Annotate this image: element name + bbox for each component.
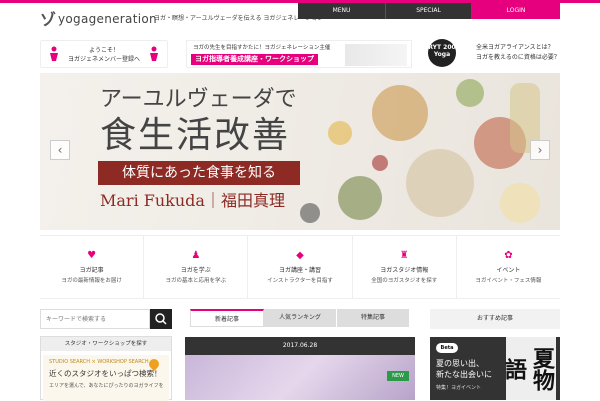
- site-search: [40, 309, 172, 329]
- promo-row: ようこそ！ ヨガジェネメンバー登録へ ヨガの先生を目指すかたに！ヨガジェネレーシ…: [0, 38, 600, 68]
- category-name: イベント: [496, 267, 521, 274]
- new-badge: NEW: [387, 371, 409, 381]
- banner-line2: 新たな出会いに: [436, 370, 492, 379]
- nav-special-button[interactable]: SPECIAL: [386, 3, 472, 19]
- slider-next-button[interactable]: ›: [530, 140, 550, 160]
- category-desc: ヨガの最新情報をお届け: [61, 278, 122, 284]
- member-signup-banner[interactable]: ようこそ！ ヨガジェネメンバー登録へ: [40, 40, 168, 68]
- panel-header: スタジオ・ワークショップを探す: [41, 337, 171, 351]
- ryt-badge-text: RYT 200: [428, 44, 456, 51]
- article-date: 2017.06.28: [185, 337, 415, 355]
- category-nav: ♥ ヨガ記事 ヨガの最新情報をお届け ♟ ヨガを学ぶ ヨガの基本と応用を学ぶ ◆…: [40, 235, 560, 299]
- instructor-photos: [345, 44, 407, 66]
- banner-line1: 夏の思い出、: [436, 359, 484, 368]
- beta-logo: Beta: [436, 343, 458, 353]
- hero-author: Mari Fukuda｜福田真理: [100, 191, 285, 210]
- logo-mark-icon[interactable]: ゾ: [40, 10, 56, 30]
- category-item-events[interactable]: ✿ イベント ヨガイベント・フェス情報: [457, 236, 560, 298]
- featured-article-image[interactable]: NEW: [185, 355, 415, 400]
- category-desc: インストラクターを目指す: [267, 278, 333, 284]
- hero-heading-line1: アーユルヴェーダで: [100, 87, 297, 112]
- category-desc: ヨガイベント・フェス情報: [475, 278, 542, 284]
- teacher-training-banner[interactable]: ヨガの先生を目指すかたに！ヨガジェネレーション主催 ヨガ指導者養成講座・ワークシ…: [186, 40, 412, 68]
- category-item-studios[interactable]: ♜ ヨガスタジオ情報 全国のヨガスタジオを探す: [353, 236, 457, 298]
- category-desc: 全国のヨガスタジオを探す: [371, 278, 438, 284]
- heart-icon: ♥: [87, 250, 97, 261]
- tab-featured[interactable]: 特集記事: [337, 309, 410, 327]
- category-name: ヨガ講座・講習: [279, 267, 322, 274]
- training-subtitle: ヨガの先生を目指すかたに！ヨガジェネレーション主催: [193, 45, 331, 51]
- category-name: ヨガスタジオ情報: [380, 267, 429, 274]
- person-icon: [150, 46, 158, 61]
- category-item-learn[interactable]: ♟ ヨガを学ぶ ヨガの基本と応用を学ぶ: [144, 236, 249, 298]
- hero-slider[interactable]: アーユルヴェーダで 食生活改善 体質にあった食事を知る Mari Fukuda｜…: [40, 73, 560, 230]
- category-name: ヨガを学ぶ: [180, 267, 211, 274]
- ryt-banner[interactable]: RYT 200 Yoga 全米ヨガアライアンスとは？ ヨガを教えるのに資格は必要？: [424, 38, 560, 68]
- studio-search-panel: スタジオ・ワークショップを探す STUDIO SEARCH × WORKSHOP…: [40, 336, 172, 401]
- summer-event-banner[interactable]: Beta 夏の思い出、 新たな出会いに 特集！ヨガイベント 夏物語: [430, 337, 560, 400]
- calligraphy-image: 夏物語: [501, 337, 556, 400]
- ryt200-badge-icon: RYT 200 Yoga: [428, 39, 456, 67]
- site-logo[interactable]: yogageneration: [58, 12, 157, 26]
- category-item-courses[interactable]: ◆ ヨガ講座・講習 インストラクターを目指す: [248, 236, 353, 298]
- ryt-badge-subtext: Yoga: [433, 51, 451, 58]
- flower-icon: ✿: [504, 250, 513, 261]
- studio-search-banner[interactable]: STUDIO SEARCH × WORKSHOP SEARCH 近くのスタジオを…: [43, 355, 169, 401]
- meditation-icon: ♟: [191, 250, 201, 261]
- tab-ranking[interactable]: 人気ランキング: [264, 309, 337, 327]
- banner-title: 近くのスタジオをいっぱつ検索！: [49, 369, 162, 378]
- category-name: ヨガ記事: [79, 267, 104, 274]
- nav-menu-button[interactable]: MENU: [298, 3, 386, 19]
- search-input[interactable]: [40, 309, 150, 329]
- book-icon: ◆: [296, 250, 304, 261]
- banner-desc: エリアを選んで、あなたにぴったりのヨガライフを: [49, 383, 164, 389]
- studio-icon: ♜: [399, 250, 409, 261]
- search-button[interactable]: [150, 309, 172, 329]
- category-desc: ヨガの基本と応用を学ぶ: [165, 278, 227, 284]
- banner-tag: STUDIO SEARCH × WORKSHOP SEARCH: [49, 359, 149, 365]
- hero-heading-line2: 食生活改善: [100, 115, 291, 156]
- slider-prev-button[interactable]: ‹: [50, 140, 70, 160]
- recommended-heading: おすすめ記事: [430, 309, 560, 329]
- category-item-articles[interactable]: ♥ ヨガ記事 ヨガの最新情報をお届け: [40, 236, 145, 298]
- main-nav: MENU SPECIAL LOGIN: [298, 3, 560, 19]
- nav-login-button[interactable]: LOGIN: [472, 3, 560, 19]
- tab-new[interactable]: 新着記事: [190, 309, 264, 327]
- article-tabs: 新着記事 人気ランキング 特集記事: [190, 309, 410, 327]
- search-icon: [155, 313, 167, 325]
- banner-line3: 特集！ヨガイベント: [436, 385, 482, 391]
- ryt-question-2: ヨガを教えるのに資格は必要？: [476, 54, 560, 61]
- training-title: ヨガ指導者養成講座・ワークショップ: [191, 54, 318, 65]
- ryt-question-1: 全米ヨガアライアンスとは？: [476, 44, 554, 51]
- hero-subheading: 体質にあった食事を知る: [98, 161, 300, 185]
